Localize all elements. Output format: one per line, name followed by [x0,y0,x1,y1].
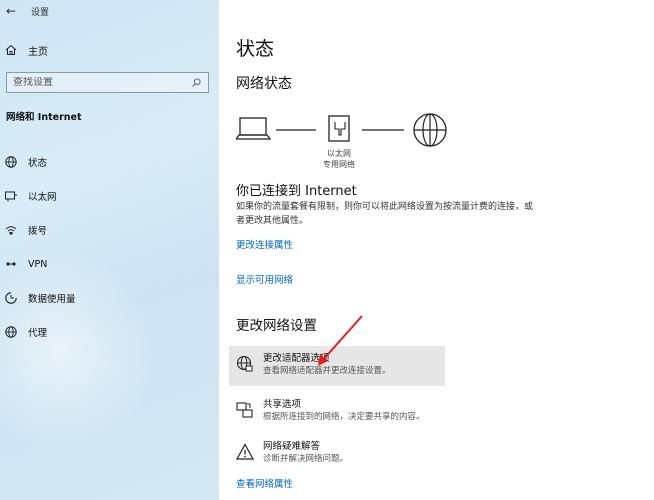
view-network-properties-link[interactable]: 查看网络属性 [236,476,293,490]
sidebar-item-label: 以太网 [28,192,57,203]
sidebar-item-home[interactable]: 主页 [4,40,48,60]
sidebar-item-dialup[interactable]: 拨号 [0,213,219,247]
sidebar-item-label: 拨号 [28,226,48,237]
search-input[interactable] [13,77,191,88]
internet-globe-icon [413,113,447,147]
sidebar-nav: 状态 以太网 拨号 VPN 数据使用量 代理 [0,145,219,349]
back-button[interactable]: ← [0,0,22,22]
network-diagram-graphic [234,113,447,147]
search-icon [192,78,201,87]
adapter-name-caption: 以太网 [327,149,351,158]
ethernet-icon [5,191,17,202]
warning-triangle-icon [235,443,255,460]
sidebar-item-proxy[interactable]: 代理 [0,315,219,349]
back-arrow-icon: ← [5,4,17,18]
adapter-options-desc: 查看网络适配器并更改连接设置。 [263,366,391,376]
network-status-heading: 网络状态 [236,76,292,92]
search-box[interactable] [6,72,209,93]
network-troubleshooter-title: 网络疑难解答 [263,441,321,452]
network-status-diagram: 以太网 专用网络 [234,108,456,173]
adapter-options-item[interactable]: 更改适配器选项 查看网络适配器并更改连接设置。 [229,346,445,386]
sidebar-item-home-label: 主页 [28,46,48,58]
change-connection-properties-link[interactable]: 更改连接属性 [236,237,293,251]
sidebar-item-label: 数据使用量 [28,294,76,305]
proxy-globe-icon [5,326,17,338]
adapter-options-icon [236,355,253,372]
laptop-icon [234,117,272,140]
data-usage-icon [5,292,17,304]
home-icon [5,44,17,55]
sidebar-item-label: 状态 [28,158,48,169]
ethernet-port-icon [328,115,350,142]
sidebar-item-label: 代理 [28,328,48,339]
status-globe-icon [5,156,17,168]
sharing-options-title: 共享选项 [263,399,302,410]
network-type-caption: 专用网络 [323,160,355,169]
window-title: 设置 [31,7,50,18]
sidebar-item-status[interactable]: 状态 [0,145,219,179]
title-bar: ← 设置 [0,0,219,22]
sharing-options-item[interactable]: 共享选项 根据所连接到的网络，决定要共享的内容。 [229,392,445,432]
vpn-icon [6,262,16,266]
dial-up-icon [5,226,17,235]
sharing-options-desc: 根据所连接到的网络，决定要共享的内容。 [263,412,425,422]
show-available-networks-link[interactable]: 显示可用网络 [236,272,293,286]
sharing-icon [236,402,253,418]
connected-heading: 你已连接到 Internet [236,184,357,199]
sidebar-section-title: 网络和 Internet [6,112,82,123]
sidebar-item-ethernet[interactable]: 以太网 [0,179,219,213]
page-title: 状态 [236,38,275,60]
adapter-options-title: 更改适配器选项 [263,353,330,364]
sidebar-item-data-usage[interactable]: 数据使用量 [0,281,219,315]
sidebar-item-label: VPN [28,258,48,270]
main-content: 状态 网络状态 以太网 专用网络 你已连接到 Internet 如果你的流量套餐… [219,0,654,500]
connected-description: 如果你的流量套餐有限制，则你可以将此网络设置为按流量计费的连接，或者更改其他属性… [236,202,534,226]
network-troubleshooter-item[interactable]: 网络疑难解答 诊断并解决网络问题。 [229,434,445,474]
sidebar-item-vpn[interactable]: VPN [0,247,219,281]
network-troubleshooter-desc: 诊断并解决网络问题。 [263,454,349,464]
sidebar: ← 设置 主页 网络和 Internet 状态 [0,0,219,500]
change-settings-heading: 更改网络设置 [236,318,317,334]
